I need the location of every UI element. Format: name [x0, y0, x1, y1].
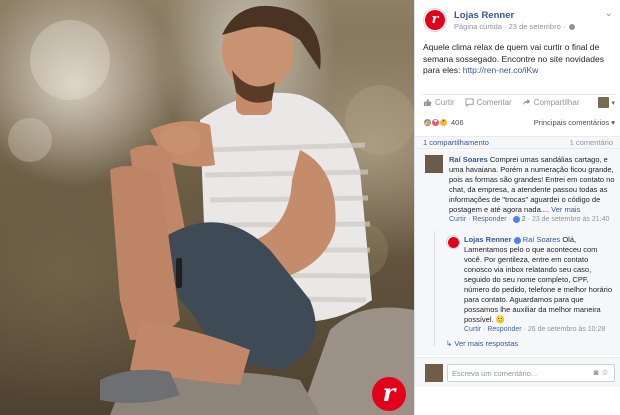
commenter-avatar[interactable] [425, 155, 443, 173]
reply-author-avatar[interactable] [446, 235, 460, 249]
post-date[interactable]: 23 de setembro [509, 22, 561, 31]
brand-logo-badge: r [372, 377, 406, 411]
post-meta: Página curtida · 23 de setembro · [454, 22, 576, 31]
reply-actions: Curtir · Responder · 26 de setembro às 1… [464, 326, 606, 333]
camera-icon[interactable]: ◙ ☺ [594, 368, 609, 377]
post-photo[interactable]: r [0, 0, 414, 415]
page-avatar[interactable]: r [423, 8, 447, 32]
avatar [425, 364, 443, 382]
reaction-count[interactable]: 406 [451, 118, 464, 127]
reply-count-icon [512, 215, 520, 223]
comment-time[interactable]: 23 de setembro às 21:40 [532, 216, 609, 223]
post-header: r Lojas Renner Página curtida · 23 de se… [423, 8, 615, 34]
reply-time[interactable]: 26 de setembro às 10:28 [528, 326, 605, 333]
verified-icon [513, 236, 521, 244]
comment-like-button[interactable]: Curtir [449, 216, 466, 223]
reply-text: Olá, Lamentamos pelo o que aconteceu com… [464, 235, 613, 324]
globe-icon [569, 24, 576, 31]
comment-input[interactable]: Escreva um comentário... ◙ ☺ [447, 364, 615, 382]
reply-like-button[interactable]: Curtir [464, 326, 481, 333]
share-count-link[interactable]: 1 compartilhamento [423, 138, 489, 147]
post-panel: r Lojas Renner Página curtida · 23 de se… [414, 0, 620, 415]
post-action-row: Curtir Comentar Compartilhar ▾ [423, 94, 615, 108]
photo-illustration [8, 5, 414, 415]
write-comment-row: Escreva um comentário... ◙ ☺ [415, 357, 620, 387]
chevron-down-icon[interactable]: ⌄ [605, 8, 613, 19]
brand-logo-mini [447, 236, 459, 248]
more-replies-label: Ver mais respostas [454, 339, 519, 348]
post-link[interactable]: http://ren-ner.co/iKw [463, 65, 539, 75]
comment-input-placeholder: Escreva um comentário... [452, 369, 538, 378]
comment-sort-dropdown[interactable]: Principais comentários ▾ [534, 118, 615, 127]
comment-body: Raí Soares Comprei umas sandálias cartag… [449, 155, 615, 225]
like-button[interactable]: Curtir [423, 98, 455, 107]
reply-thread-line [434, 231, 435, 346]
thumbs-up-icon [423, 98, 432, 107]
comment-label: Comentar [476, 98, 512, 107]
comment-count: 1 comentário [569, 138, 613, 147]
reply-body: Lojas Renner Raí Soares Olá, Lamentamos … [464, 235, 614, 335]
reply-reply-button[interactable]: Responder [487, 326, 521, 333]
share-icon [522, 98, 530, 106]
comments-section: Raí Soares Comprei umas sandálias cartag… [415, 149, 620, 355]
page-type: Página curtida [454, 22, 502, 31]
share-label: Compartilhar [533, 98, 580, 107]
reactions-row: 👍 ♥ • 406 Principais comentários ▾ [423, 116, 615, 128]
see-more-link[interactable]: Ver mais [551, 205, 580, 214]
reply-mention[interactable]: Raí Soares [523, 235, 561, 244]
avatar [598, 97, 610, 108]
caret-down-icon: ▾ [611, 99, 615, 107]
comment-button[interactable]: Comentar [465, 98, 512, 107]
like-label: Curtir [435, 98, 455, 107]
more-replies-link[interactable]: ↳ Ver mais respostas [446, 339, 518, 348]
wow-reaction-icon[interactable]: • [439, 117, 448, 127]
comment-author[interactable]: Raí Soares [449, 155, 488, 164]
post-text: Aquele clima relax de quem vai curtir o … [423, 42, 615, 77]
share-button[interactable]: Compartilhar [522, 98, 580, 107]
brand-logo-letter: r [382, 377, 396, 407]
comment-reply-button[interactable]: Responder [472, 216, 506, 223]
page-avatar-letter: r [431, 11, 439, 27]
reply-count[interactable]: 2 [522, 216, 526, 223]
page-name-link[interactable]: Lojas Renner [454, 10, 514, 21]
comment-actions: Curtir · Responder · 2 · 23 de setembro … [449, 215, 610, 223]
reply-author[interactable]: Lojas Renner [464, 235, 512, 244]
comment-icon [465, 98, 474, 107]
post-as-selector[interactable]: ▾ [598, 97, 615, 108]
shares-row: 1 compartilhamento 1 comentário [415, 136, 620, 149]
